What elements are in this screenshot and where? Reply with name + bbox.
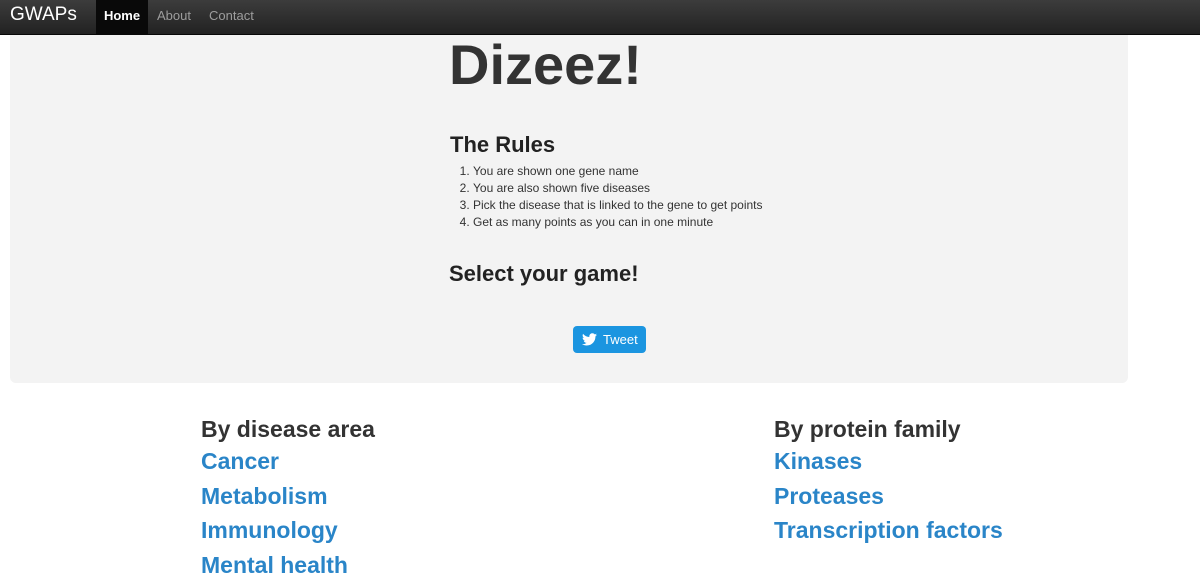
protein-family-heading: By protein family [774,414,1003,444]
nav-home-link[interactable]: Home [96,0,148,34]
link-transcription-factors[interactable]: Transcription factors [774,513,1003,548]
link-mental-health[interactable]: Mental health [201,548,375,582]
rule-item: You are shown one gene name [473,163,763,180]
nav-about-link[interactable]: About [157,0,191,34]
disease-area-column: By disease area Cancer Metabolism Immuno… [201,414,375,582]
link-proteases[interactable]: Proteases [774,479,1003,514]
nav-contact-link[interactable]: Contact [209,0,254,34]
protein-family-column: By protein family Kinases Proteases Tran… [774,414,1003,548]
tweet-button-label: Tweet [603,326,638,353]
link-metabolism[interactable]: Metabolism [201,479,375,514]
twitter-bird-icon [582,333,597,346]
link-cancer[interactable]: Cancer [201,444,375,479]
rules-list: You are shown one gene name You are also… [450,163,763,231]
page-title: Dizeez! [449,33,642,97]
top-navbar: GWAPs Home About Contact [0,0,1200,35]
rules-heading: The Rules [450,132,555,158]
rule-item: You are also shown five diseases [473,180,763,197]
link-immunology[interactable]: Immunology [201,513,375,548]
disease-area-heading: By disease area [201,414,375,444]
rule-item: Pick the disease that is linked to the g… [473,197,763,214]
rule-item: Get as many points as you can in one min… [473,214,763,231]
link-kinases[interactable]: Kinases [774,444,1003,479]
select-game-heading: Select your game! [449,261,639,287]
tweet-button[interactable]: Tweet [573,326,646,353]
brand-link[interactable]: GWAPs [10,4,77,26]
